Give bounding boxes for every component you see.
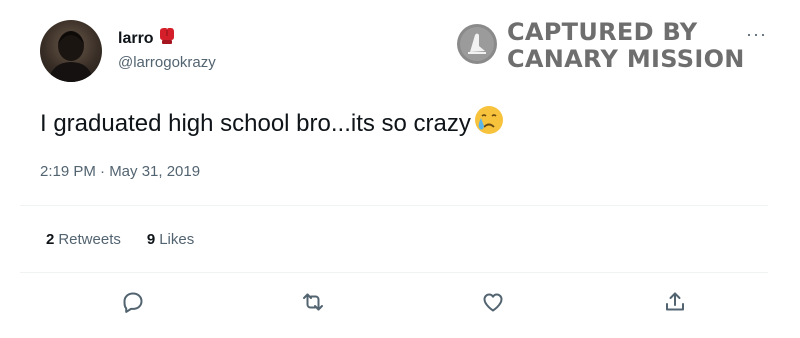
retweets-stat[interactable]: 2 Retweets xyxy=(46,231,121,248)
tweet-card: larro @larrogokrazy CAPTURED BY CANARY M… xyxy=(0,0,800,338)
tweet-text: I graduated high school bro...its so cra… xyxy=(40,104,505,143)
likes-stat[interactable]: 9 Likes xyxy=(147,231,194,248)
tweet-stats: 2 Retweets 9 Likes xyxy=(46,231,194,248)
canary-logo-icon xyxy=(455,22,499,71)
likes-label: Likes xyxy=(159,231,195,248)
boxing-glove-icon xyxy=(157,26,177,51)
share-icon[interactable] xyxy=(663,290,687,314)
retweet-icon[interactable] xyxy=(301,290,325,314)
display-name[interactable]: larro xyxy=(118,26,177,51)
divider xyxy=(20,272,768,273)
like-icon[interactable] xyxy=(481,290,505,314)
tweet-body: I graduated high school bro...its so cra… xyxy=(40,109,471,137)
crying-face-icon xyxy=(473,104,505,143)
retweets-count: 2 xyxy=(46,231,55,248)
retweets-label: Retweets xyxy=(58,231,121,248)
watermark-line-1: CAPTURED BY xyxy=(507,18,698,46)
reply-icon[interactable] xyxy=(121,290,145,314)
watermark-line-2: CANARY MISSION xyxy=(507,45,745,73)
avatar[interactable] xyxy=(40,20,102,82)
likes-count: 9 xyxy=(146,231,156,248)
more-options-button[interactable]: ··· xyxy=(746,24,767,45)
timestamp[interactable]: 2:19 PM · May 31, 2019 xyxy=(40,163,200,180)
divider xyxy=(20,205,768,206)
user-handle[interactable]: @larrogokrazy xyxy=(118,54,216,71)
watermark: CAPTURED BY CANARY MISSION xyxy=(455,16,745,76)
display-name-text: larro xyxy=(118,29,154,47)
